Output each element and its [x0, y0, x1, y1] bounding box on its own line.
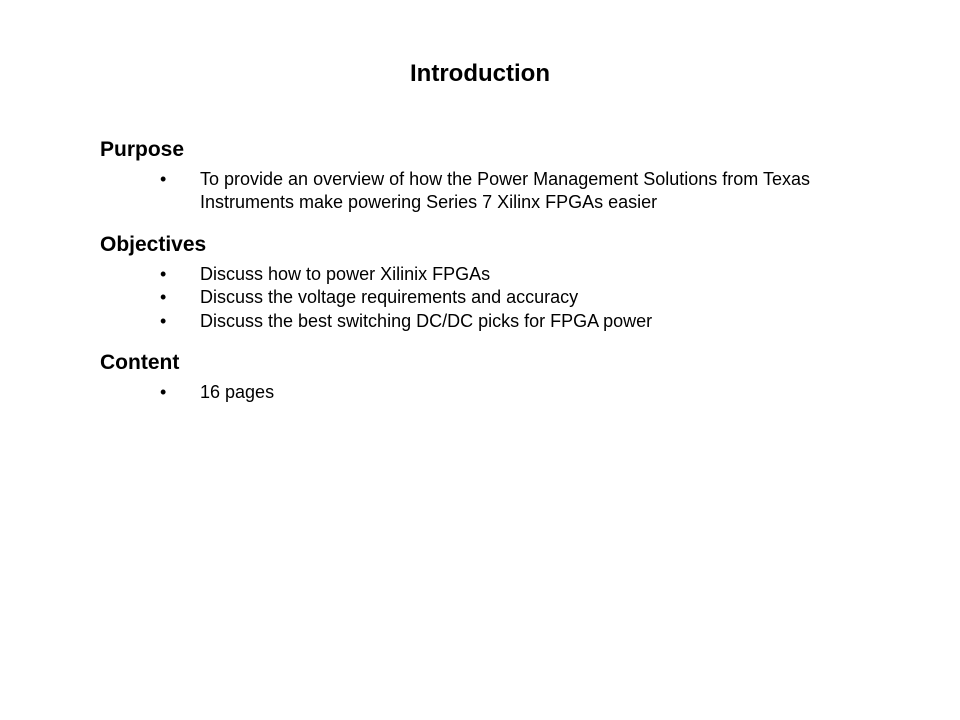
- content-list: 16 pages: [100, 381, 860, 404]
- list-item: Discuss the best switching DC/DC picks f…: [160, 310, 860, 333]
- page-title: Introduction: [100, 60, 860, 88]
- purpose-heading: Purpose: [100, 138, 860, 162]
- list-item: 16 pages: [160, 381, 860, 404]
- objectives-list: Discuss how to power Xilinix FPGAs Discu…: [100, 263, 860, 333]
- list-item: Discuss how to power Xilinix FPGAs: [160, 263, 860, 286]
- purpose-list: To provide an overview of how the Power …: [100, 168, 860, 215]
- list-item: Discuss the voltage requirements and acc…: [160, 286, 860, 309]
- content-heading: Content: [100, 351, 860, 375]
- objectives-heading: Objectives: [100, 233, 860, 257]
- list-item: To provide an overview of how the Power …: [160, 168, 860, 215]
